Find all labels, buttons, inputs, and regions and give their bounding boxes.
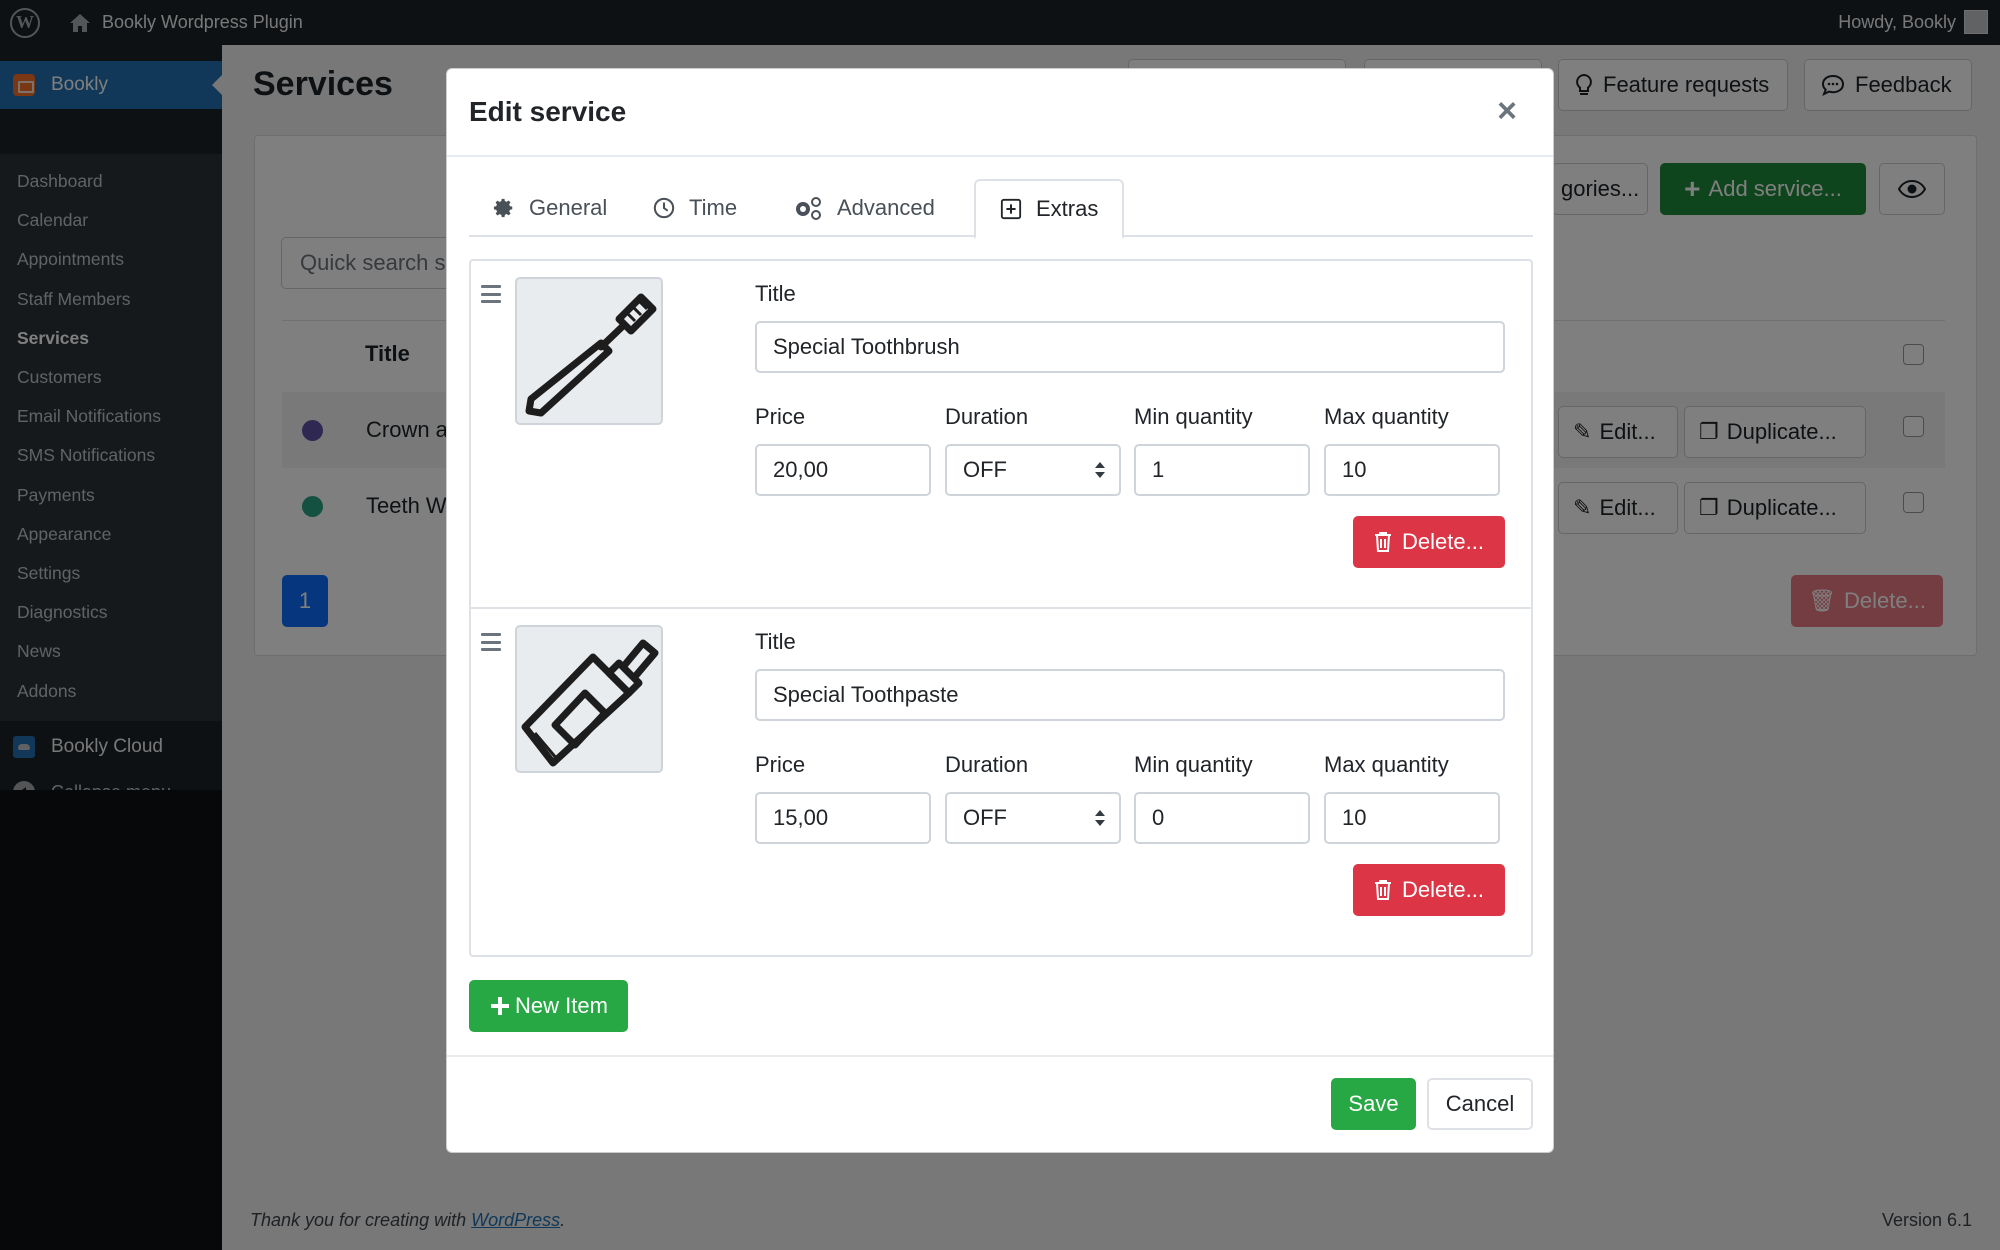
gear-icon [493,198,513,218]
extra-duration-select[interactable]: OFF [945,444,1121,496]
tab-general[interactable]: General [469,179,631,237]
extras-list: Title Special Toothbrush Price Duration … [469,259,1533,957]
toothpaste-icon [521,639,659,767]
drag-handle-icon[interactable] [481,633,501,651]
extra-max-quantity-input[interactable]: 10 [1324,444,1500,496]
clock-icon [653,197,675,219]
drag-handle-icon[interactable] [481,285,501,303]
cancel-button[interactable]: Cancel [1427,1078,1533,1130]
extra-title-input[interactable]: Special Toothpaste [755,669,1505,721]
extra-max-quantity-input[interactable]: 10 [1324,792,1500,844]
extra-title-input[interactable]: Special Toothbrush [755,321,1505,373]
extra-duration-select[interactable]: OFF [945,792,1121,844]
tab-extras[interactable]: Extras [974,179,1125,239]
min-quantity-label: Min quantity [1134,752,1253,777]
tab-label: Extras [1036,196,1099,221]
delete-extra-button[interactable]: Delete... [1353,864,1505,916]
modal-header: Edit service × [447,69,1553,157]
duration-value: OFF [963,805,1007,830]
title-label: Title [755,629,796,654]
tab-time[interactable]: Time [629,179,761,237]
extra-min-quantity-input[interactable]: 0 [1134,792,1310,844]
max-quantity-label: Max quantity [1324,404,1449,429]
gears-icon [796,197,821,220]
trash-icon [1375,532,1392,552]
new-item-label: New Item [515,993,608,1018]
max-quantity-label: Max quantity [1324,752,1449,777]
select-arrows-icon [1095,810,1105,828]
modal-title: Edit service [469,96,627,127]
plus-icon [491,997,510,1015]
duration-label: Duration [945,752,1029,777]
extra-image-toothbrush[interactable] [515,277,663,425]
duration-label: Duration [945,404,1029,429]
extra-price-input[interactable]: 20,00 [755,444,931,496]
price-label: Price [755,404,806,429]
select-arrows-icon [1095,462,1105,480]
edit-service-modal: Edit service × General Time Advanced Ext… [446,68,1554,1153]
extra-min-quantity-input[interactable]: 1 [1134,444,1310,496]
duration-value: OFF [963,457,1007,482]
save-button[interactable]: Save [1331,1078,1416,1130]
delete-extra-button[interactable]: Delete... [1353,516,1505,568]
new-item-button[interactable]: New Item [469,980,628,1032]
tab-label: General [529,195,608,220]
tab-advanced[interactable]: Advanced [769,179,959,237]
delete-label: Delete... [1402,529,1484,554]
extra-image-toothpaste[interactable] [515,625,663,773]
modal-tabs: General Time Advanced Extras [469,179,1533,239]
toothbrush-icon [525,293,657,417]
close-icon[interactable]: × [1491,94,1523,128]
min-quantity-label: Min quantity [1134,404,1253,429]
trash-icon [1375,880,1392,900]
extra-price-input[interactable]: 15,00 [755,792,931,844]
extra-item: Title Special Toothbrush Price Duration … [471,261,1531,609]
tab-label: Advanced [837,195,935,220]
tab-label: Time [689,195,738,220]
modal-footer-divider [447,1055,1553,1057]
extra-item: Title Special Toothpaste Price Duration … [471,609,1531,957]
price-label: Price [755,752,806,777]
delete-label: Delete... [1402,877,1484,902]
title-label: Title [755,281,796,306]
plus-square-icon [1000,198,1022,220]
